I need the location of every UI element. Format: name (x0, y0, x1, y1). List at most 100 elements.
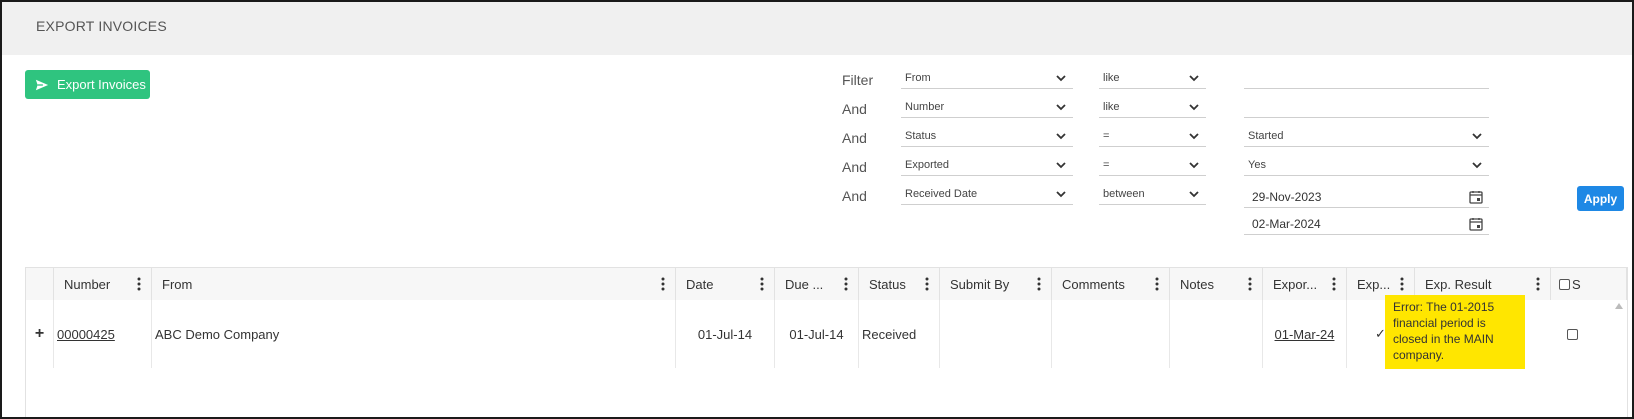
filter-field-value: From (905, 71, 931, 84)
filter-keyword: Filter (842, 72, 874, 88)
column-header-due[interactable]: Due ... (775, 268, 859, 300)
column-menu-icon[interactable] (1248, 277, 1252, 291)
column-label: Comments (1062, 276, 1125, 292)
comments-cell (1052, 300, 1170, 368)
column-header-select[interactable]: S (1551, 268, 1627, 300)
filter-keyword: And (842, 159, 867, 175)
column-header-number[interactable]: Number (54, 268, 152, 300)
column-menu-icon[interactable] (137, 277, 141, 291)
column-menu-icon[interactable] (1155, 277, 1159, 291)
chevron-down-icon (1472, 162, 1482, 169)
column-header-date[interactable]: Date (676, 268, 775, 300)
date-to-value: 02-Mar-2024 (1252, 216, 1321, 231)
chevron-down-icon (1056, 191, 1066, 198)
column-header-from[interactable]: From (152, 268, 676, 300)
filter-field-value: Number (905, 100, 945, 113)
chevron-down-icon (1472, 133, 1482, 140)
column-menu-icon[interactable] (760, 277, 764, 291)
chevron-down-icon (1189, 75, 1199, 82)
filter-keyword: And (842, 188, 867, 204)
filter-operator-value: between (1103, 187, 1145, 200)
filter-operator-value: like (1103, 100, 1120, 113)
column-label: Status (869, 276, 906, 292)
filter-value-select[interactable]: Started (1244, 125, 1489, 147)
apply-button[interactable]: Apply (1577, 186, 1624, 211)
column-label: Exp. Result (1425, 276, 1492, 292)
scroll-up-icon[interactable] (1615, 303, 1623, 309)
page-title: EXPORT INVOICES (36, 18, 167, 34)
column-header-exported-date[interactable]: Expor... (1263, 268, 1347, 300)
filter-field-select[interactable]: Status (901, 125, 1073, 147)
invoice-number-link[interactable]: 00000425 (54, 300, 152, 368)
filter-operator-value: = (1103, 158, 1110, 171)
filter-operator-select[interactable]: like (1099, 67, 1206, 89)
filter-field-select[interactable]: Number (901, 96, 1073, 118)
filter-operator-value: like (1103, 71, 1120, 84)
column-header-status[interactable]: Status (859, 268, 940, 300)
filter-operator-select[interactable]: = (1099, 154, 1206, 176)
chevron-down-icon (1189, 162, 1199, 169)
filter-field-select[interactable]: Exported (901, 154, 1073, 176)
column-label: Notes (1180, 276, 1214, 292)
column-label: S (1572, 276, 1581, 292)
filter-operator-select[interactable]: like (1099, 96, 1206, 118)
status-cell: Received (859, 300, 940, 368)
column-label: Exp... (1357, 276, 1391, 292)
column-menu-icon[interactable] (1536, 277, 1540, 291)
chevron-down-icon (1189, 104, 1199, 111)
filter-value-value: Started (1248, 129, 1284, 142)
date-from-input[interactable]: 29-Nov-2023 (1244, 186, 1489, 208)
calendar-icon[interactable] (1469, 190, 1483, 204)
filter-field-value: Exported (905, 158, 950, 171)
filter-operator-select[interactable]: = (1099, 125, 1206, 147)
chevron-down-icon (1056, 133, 1066, 140)
export-error-message: Error: The 01-2015 financial period is c… (1385, 295, 1525, 369)
filter-operator-select[interactable]: between (1099, 183, 1206, 205)
date-to-input[interactable]: 02-Mar-2024 (1244, 213, 1489, 235)
column-header-notes[interactable]: Notes (1170, 268, 1263, 300)
calendar-icon[interactable] (1469, 217, 1483, 231)
filter-value-select[interactable]: Yes (1244, 154, 1489, 176)
exported-date-link[interactable]: 01-Mar-24 (1263, 300, 1347, 368)
send-icon (35, 79, 49, 90)
filter-field-select[interactable]: Received Date (901, 183, 1073, 205)
chevron-down-icon (1189, 133, 1199, 140)
from-cell: ABC Demo Company (152, 300, 676, 368)
column-menu-icon[interactable] (925, 277, 929, 291)
column-label: Number (64, 276, 111, 292)
column-label: Submit By (950, 276, 1010, 292)
date-from-value: 29-Nov-2023 (1252, 189, 1322, 204)
column-menu-icon[interactable] (661, 277, 665, 291)
notes-cell (1170, 300, 1263, 368)
row-select-cell (1551, 300, 1627, 368)
date-cell: 01-Jul-14 (676, 300, 775, 368)
column-menu-icon[interactable] (844, 277, 848, 291)
select-all-checkbox[interactable] (1559, 278, 1570, 290)
column-header-comments[interactable]: Comments (1052, 268, 1170, 300)
filter-value-value: Yes (1248, 158, 1266, 171)
column-label: Date (686, 276, 714, 292)
column-header-submit-by[interactable]: Submit By (940, 268, 1052, 300)
filter-field-value: Received Date (905, 187, 978, 200)
filter-value-input[interactable] (1244, 96, 1489, 118)
column-label: Due ... (785, 276, 824, 292)
column-menu-icon[interactable] (1037, 277, 1041, 291)
chevron-down-icon (1056, 162, 1066, 169)
column-menu-icon[interactable] (1400, 277, 1404, 291)
export-invoices-label: Export Invoices (57, 77, 146, 92)
filter-operator-value: = (1103, 129, 1110, 142)
filter-field-value: Status (905, 129, 937, 142)
column-menu-icon[interactable] (1332, 277, 1336, 291)
filter-field-select[interactable]: From (901, 67, 1073, 89)
expand-row-button[interactable]: + (26, 300, 54, 368)
chevron-down-icon (1189, 191, 1199, 198)
filter-value-input[interactable] (1244, 67, 1489, 89)
column-label: From (162, 276, 193, 292)
filter-keyword: And (842, 101, 867, 117)
expand-column-header (26, 268, 54, 300)
submit-by-cell (940, 300, 1052, 368)
filter-keyword: And (842, 130, 867, 146)
chevron-down-icon (1056, 75, 1066, 82)
export-invoices-button[interactable]: Export Invoices (25, 70, 150, 99)
row-select-checkbox[interactable] (1567, 328, 1578, 340)
